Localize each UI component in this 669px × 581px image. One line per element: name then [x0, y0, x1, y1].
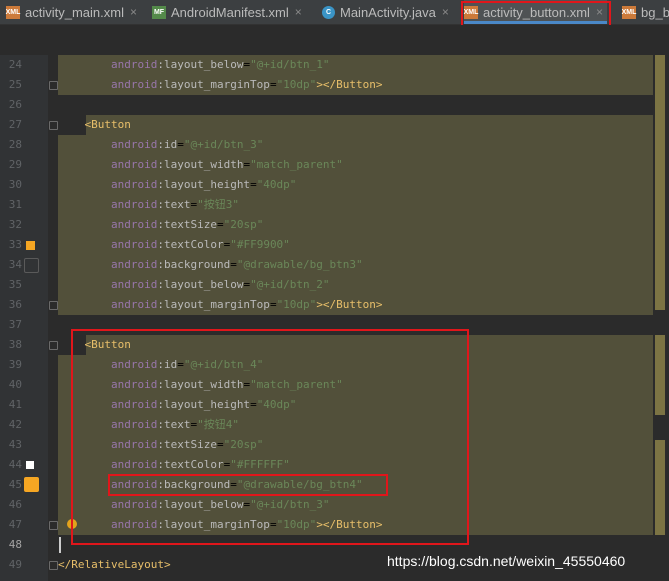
xml-file-icon: XML — [622, 5, 636, 19]
code-line: 26 — [0, 95, 669, 115]
code-line: 28 android:id="@+id/btn_3" — [0, 135, 669, 155]
line-number: 28 — [8, 138, 22, 151]
close-icon[interactable]: × — [295, 5, 302, 19]
fold-icon[interactable] — [49, 341, 58, 350]
color-swatch-empty-icon[interactable] — [24, 258, 39, 273]
code-text: android:text="按钮3" — [110, 198, 239, 211]
line-number: 30 — [8, 178, 22, 191]
line-number: 27 — [8, 118, 22, 131]
line-number: 40 — [8, 378, 22, 391]
editor-top-area — [0, 25, 669, 55]
tab-label: activity_main.xml — [25, 4, 124, 20]
line-number: 25 — [8, 78, 22, 91]
tab-android-manifest[interactable]: MF AndroidManifest.xml × — [152, 0, 302, 24]
xml-file-icon: XML — [6, 5, 20, 19]
tab-label: bg_b — [641, 4, 669, 20]
line-number: 35 — [8, 278, 22, 291]
code-line: 32 android:textSize="20sp" — [0, 215, 669, 235]
code-line: 27 <Button — [0, 115, 669, 135]
fold-icon[interactable] — [49, 301, 58, 310]
line-number: 48 — [8, 538, 22, 551]
code-text: </RelativeLayout> — [58, 558, 171, 571]
line-number: 45 — [8, 478, 22, 491]
code-line: 29 android:layout_width="match_parent" — [0, 155, 669, 175]
line-number: 36 — [8, 298, 22, 311]
line-number: 24 — [8, 58, 22, 71]
code-text: android:textSize="20sp" — [110, 218, 264, 231]
drawable-preview-icon[interactable] — [24, 477, 39, 492]
fold-icon[interactable] — [49, 521, 58, 530]
tab-label: MainActivity.java — [340, 4, 436, 20]
code-text: android:background="@drawable/bg_btn3" — [110, 258, 363, 271]
code-text: android:layout_height="40dp" — [110, 178, 297, 191]
line-number: 31 — [8, 198, 22, 211]
color-swatch-white-icon[interactable] — [26, 461, 34, 469]
java-class-icon: C — [322, 5, 335, 19]
line-number: 26 — [8, 98, 22, 111]
line-number: 47 — [8, 518, 22, 531]
line-number: 44 — [8, 458, 22, 471]
line-number: 43 — [8, 438, 22, 451]
tab-label: AndroidManifest.xml — [171, 4, 289, 20]
button-block-annotation-box — [71, 329, 469, 545]
line-highlight — [86, 115, 653, 135]
line-number: 41 — [8, 398, 22, 411]
tab-main-activity[interactable]: C MainActivity.java × — [322, 0, 449, 24]
tab-activity-main[interactable]: XML activity_main.xml × — [6, 0, 137, 24]
code-text: android:id="@+id/btn_3" — [110, 138, 264, 151]
line-number: 34 — [8, 258, 22, 271]
code-line: 33 android:textColor="#FF9900" — [0, 235, 669, 255]
line-number: 37 — [8, 318, 22, 331]
code-line: 30 android:layout_height="40dp" — [0, 175, 669, 195]
line-number: 46 — [8, 498, 22, 511]
line-number: 49 — [8, 558, 22, 571]
code-line: 34 android:background="@drawable/bg_btn3… — [0, 255, 669, 275]
fold-icon[interactable] — [49, 561, 58, 570]
manifest-file-icon: MF — [152, 5, 166, 19]
text-caret — [59, 537, 61, 553]
code-line: 31 android:text="按钮3" — [0, 195, 669, 215]
line-number: 38 — [8, 338, 22, 351]
background-attr-annotation-box — [108, 474, 388, 496]
code-text: android:textColor="#FF9900" — [110, 238, 290, 251]
code-line: 36 android:layout_marginTop="10dp"></But… — [0, 295, 669, 315]
line-number: 42 — [8, 418, 22, 431]
code-text: android:layout_width="match_parent" — [110, 158, 343, 171]
code-line: 35 android:layout_below="@+id/btn_2" — [0, 275, 669, 295]
code-text: android:layout_below="@+id/btn_1" — [110, 58, 330, 71]
line-number: 32 — [8, 218, 22, 231]
code-line: 24 android:layout_below="@+id/btn_1" — [0, 55, 669, 75]
code-text: android:layout_marginTop="10dp"></Button… — [110, 298, 383, 311]
line-number: 33 — [8, 238, 22, 251]
line-number: 29 — [8, 158, 22, 171]
close-icon[interactable]: × — [130, 5, 137, 19]
watermark: https://blog.csdn.net/weixin_45550460 — [387, 553, 626, 569]
close-icon[interactable]: × — [442, 5, 449, 19]
fold-icon[interactable] — [49, 81, 58, 90]
color-swatch-orange-icon[interactable] — [26, 241, 35, 250]
tab-bg-btn[interactable]: XML bg_b — [622, 0, 669, 24]
code-line: 25 android:layout_marginTop="10dp"></But… — [0, 75, 669, 95]
line-number: 39 — [8, 358, 22, 371]
fold-icon[interactable] — [49, 121, 58, 130]
code-text: android:layout_below="@+id/btn_2" — [110, 278, 330, 291]
code-text: <Button — [84, 118, 131, 131]
code-text: android:layout_marginTop="10dp"></Button… — [110, 78, 383, 91]
